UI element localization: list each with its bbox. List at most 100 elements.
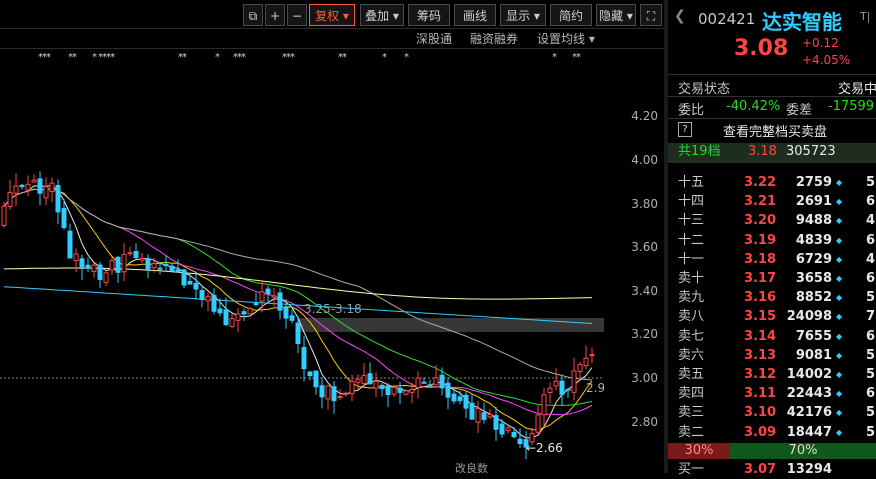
candle-body [493, 415, 499, 430]
order-level-price: 3.18 [744, 251, 777, 267]
order-level-extra: 5 [866, 175, 876, 190]
candle-body [259, 291, 265, 302]
order-book-row[interactable]: 十三 3.20 9488 ◆ 4 [668, 211, 876, 230]
candle-body [169, 265, 175, 272]
candle-body [295, 322, 301, 344]
diamond-icon: ◆ [836, 427, 843, 437]
order-book-row[interactable]: 卖九 3.16 8852 ◆ 5 [668, 288, 876, 307]
order-book-row[interactable]: 卖三 3.10 42176 ◆ 5 [668, 403, 876, 422]
candle-body [271, 295, 277, 298]
candle-body [481, 412, 487, 420]
order-book-row[interactable]: 十四 3.21 2691 ◆ 6 [668, 192, 876, 211]
candle-body [301, 347, 307, 370]
order-book-row[interactable]: 十一 3.18 6729 ◆ 4 [668, 250, 876, 269]
kline-svg[interactable]: 3.25-3.18 ←2.66 2.98 改良数 [0, 0, 604, 473]
order-level-extra: 6 [866, 271, 876, 286]
candle-body [229, 318, 235, 327]
chevron-left-icon[interactable]: ❮ [674, 8, 686, 24]
candle-body [241, 311, 247, 315]
candle-body [583, 357, 589, 367]
trade-icon[interactable]: T| [860, 10, 870, 23]
order-level-label: 卖三 [678, 405, 705, 421]
buy-one-row: 买一 3.07 13294 [668, 460, 876, 479]
price-axis-label: 3.20 [631, 327, 658, 342]
order-book-row[interactable]: 十二 3.19 4839 ◆ 6 [668, 231, 876, 250]
candle-body [127, 252, 133, 255]
ma-line [3, 188, 593, 431]
candle-body [1, 205, 7, 227]
order-book-row[interactable]: 卖六 3.13 9081 ◆ 5 [668, 346, 876, 365]
candle-body [343, 392, 349, 395]
order-book-row[interactable]: 十五 3.22 2759 ◆ 5 [668, 173, 876, 192]
candle-body [475, 408, 481, 423]
candle-body [139, 258, 145, 261]
order-book-row[interactable]: 卖十 3.17 3658 ◆ 6 [668, 269, 876, 288]
order-level-volume: 18447 [786, 424, 832, 440]
full-book-row[interactable]: ? 查看完整档买卖盘 [668, 121, 876, 141]
candle-body [469, 402, 475, 420]
price-axis-label: 3.80 [631, 196, 658, 211]
order-book-row[interactable]: 卖四 3.11 22443 ◆ 6 [668, 384, 876, 403]
bottom-indicator-label: 改良数 [455, 461, 488, 473]
order-level-label: 十二 [678, 232, 705, 248]
order-level-extra: 7 [866, 309, 876, 325]
candlesticks [1, 171, 595, 460]
order-level-label: 卖六 [678, 347, 705, 363]
diamond-icon: ◆ [836, 370, 843, 379]
price-axis-label: 4.20 [631, 109, 658, 124]
candle-body [265, 288, 271, 295]
order-level-extra: 5 [866, 367, 876, 382]
candle-body [385, 385, 391, 395]
diamond-icon: ◆ [836, 389, 843, 399]
candle-body [313, 370, 319, 388]
candle-body [307, 371, 313, 377]
order-level-volume: 42176 [786, 405, 832, 421]
quote-panel: ❮ 002421 达实智能 T| 3.08 +0.12 +4.05% 交易状态 … [668, 0, 876, 477]
diamond-icon: ◆ [836, 274, 843, 283]
candle-body [253, 303, 259, 306]
candle-body [445, 382, 451, 398]
candle-body [43, 186, 49, 199]
candle-body [205, 295, 211, 302]
moving-average-lines [3, 184, 593, 439]
order-level-extra: 6 [866, 328, 876, 344]
order-level-label: 十三 [678, 213, 705, 229]
order-level-volume: 2691 [795, 194, 832, 210]
order-book-row[interactable]: 卖五 3.12 14002 ◆ 5 [668, 365, 876, 384]
order-level-extra: 5 [866, 424, 876, 440]
total-levels-price: 3.18 [748, 144, 777, 159]
order-level-volume: 24098 [786, 309, 832, 325]
order-level-label: 十一 [678, 251, 705, 267]
order-book-row[interactable]: 卖八 3.15 24098 ◆ 7 [668, 307, 876, 326]
order-level-price: 3.20 [744, 213, 777, 229]
weicha-label: 委差 [786, 103, 813, 118]
order-level-extra: 6 [866, 194, 876, 210]
order-level-price: 3.09 [744, 424, 777, 440]
fullscreen-button[interactable]: ⛶ [640, 4, 662, 26]
trade-status-value: 交易中 [838, 82, 876, 97]
candle-body [499, 423, 505, 435]
candle-body [235, 313, 241, 321]
kline-chart-area[interactable]: ⧉ + − 复权 ▾ 叠加 ▾ 筹码 画线 显示 ▾ 简约 隐藏 ▾ ⛶ 深股通 融资融券 设置均线 ▾… [0, 0, 664, 473]
diamond-icon: ◆ [836, 408, 843, 418]
candle-body [31, 179, 37, 183]
trade-status-row: 交易状态 交易中 [668, 78, 876, 98]
candle-body [571, 370, 577, 393]
buy-one-price: 3.07 [744, 462, 777, 477]
diamond-icon: ◆ [836, 293, 843, 303]
price-change-pct: +4.05% [802, 53, 851, 67]
help-icon[interactable]: ? [678, 122, 692, 137]
price-axis-label: 4.00 [631, 153, 658, 167]
full-book-link[interactable]: 查看完整档买卖盘 [723, 121, 827, 140]
order-book-row[interactable]: 卖二 3.09 18447 ◆ 5 [668, 423, 876, 442]
ratio-row: 委比 -40.42% 委差 -17599 [668, 99, 876, 119]
order-level-label: 卖七 [678, 328, 705, 344]
candle-body [121, 253, 127, 273]
candle-body [187, 281, 193, 285]
diamond-icon: ◆ [836, 331, 843, 341]
order-book-row[interactable]: 卖七 3.14 7655 ◆ 6 [668, 327, 876, 346]
candle-body [49, 182, 55, 192]
candle-body [415, 377, 421, 388]
order-level-volume: 2759 [795, 175, 832, 190]
candle-body [559, 380, 565, 395]
